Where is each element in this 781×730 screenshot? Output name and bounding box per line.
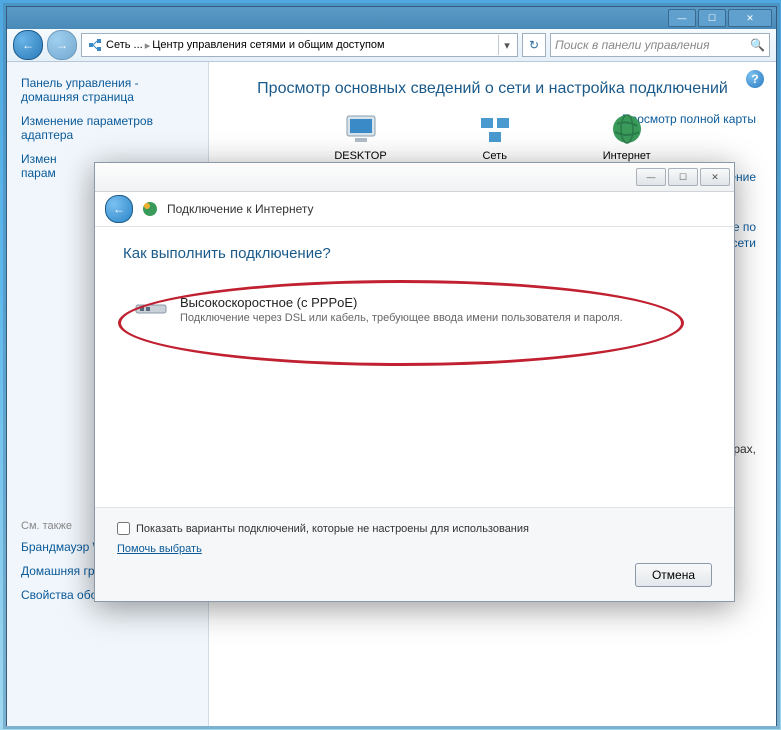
breadcrumb-item[interactable]: Сеть ...	[106, 39, 143, 51]
map-internet: Интернет	[603, 112, 651, 162]
dialog-title: Подключение к Интернету	[167, 202, 314, 216]
help-choose-link[interactable]: Помочь выбрать	[117, 543, 712, 555]
cancel-button[interactable]: Отмена	[635, 563, 712, 587]
dialog-maximize-button[interactable]: ☐	[668, 168, 698, 186]
search-input[interactable]: Поиск в панели управления 🔍	[550, 33, 770, 57]
close-button[interactable]: ✕	[728, 9, 772, 27]
dialog-back-button[interactable]: ←	[105, 195, 133, 223]
map-computer: DESKTOP	[334, 112, 386, 162]
option-pppoe[interactable]: Высокоскоростное (с PPPoE) Подключение ч…	[123, 284, 706, 335]
map-network-label: Сеть	[475, 150, 515, 162]
address-dropdown[interactable]: ▾	[498, 35, 515, 55]
maximize-button[interactable]: ☐	[698, 9, 726, 27]
breadcrumb-item[interactable]: Центр управления сетями и общим доступом	[152, 39, 384, 51]
partial-text: сети	[732, 236, 756, 250]
address-bar[interactable]: Сеть ... ▸ Центр управления сетями и общ…	[81, 33, 518, 57]
nav-back-button[interactable]: ←	[13, 30, 43, 60]
show-all-checkbox[interactable]	[117, 522, 130, 535]
modem-icon	[134, 297, 170, 317]
dialog-body: Как выполнить подключение? Высокоскорост…	[95, 227, 734, 353]
map-computer-label: DESKTOP	[334, 150, 386, 162]
dialog-titlebar: — ☐ ✕	[95, 163, 734, 192]
search-icon: 🔍	[750, 38, 765, 52]
connection-wizard-dialog: — ☐ ✕ ← Подключение к Интернету Как выпо…	[94, 162, 735, 602]
checkbox-label: Показать варианты подключений, которые н…	[136, 523, 529, 535]
breadcrumb-separator: ▸	[145, 39, 151, 52]
sidebar-link-adapter[interactable]: Изменение параметров адаптера	[21, 114, 194, 142]
dialog-minimize-button[interactable]: —	[636, 168, 666, 186]
help-icon[interactable]: ?	[746, 70, 764, 88]
computer-icon	[341, 112, 381, 146]
network-node-icon	[475, 112, 515, 146]
minimize-button[interactable]: —	[668, 9, 696, 27]
search-placeholder: Поиск в панели управления	[555, 38, 710, 52]
map-internet-label: Интернет	[603, 150, 651, 162]
refresh-button[interactable]: ↻	[522, 33, 546, 57]
network-map: DESKTOP Сеть Интернет	[229, 112, 756, 162]
map-network: Сеть	[475, 112, 515, 162]
dialog-close-button[interactable]: ✕	[700, 168, 730, 186]
dialog-question: Как выполнить подключение?	[123, 245, 706, 262]
internet-icon	[141, 200, 159, 218]
page-title: Просмотр основных сведений о сети и наст…	[229, 80, 756, 98]
nav-forward-button[interactable]: →	[47, 30, 77, 60]
outer-titlebar: — ☐ ✕	[7, 7, 776, 29]
option-title: Высокоскоростное (с PPPoE)	[180, 295, 691, 310]
show-all-checkbox-row[interactable]: Показать варианты подключений, которые н…	[117, 522, 712, 535]
globe-icon	[607, 112, 647, 146]
sidebar-link-home[interactable]: Панель управления - домашняя страница	[21, 76, 194, 104]
nav-toolbar: ← → Сеть ... ▸ Центр управления сетями и…	[7, 29, 776, 62]
network-icon	[87, 37, 103, 53]
dialog-footer: Показать варианты подключений, которые н…	[95, 507, 734, 601]
option-description: Подключение через DSL или кабель, требую…	[180, 312, 691, 324]
dialog-header: ← Подключение к Интернету	[95, 192, 734, 227]
